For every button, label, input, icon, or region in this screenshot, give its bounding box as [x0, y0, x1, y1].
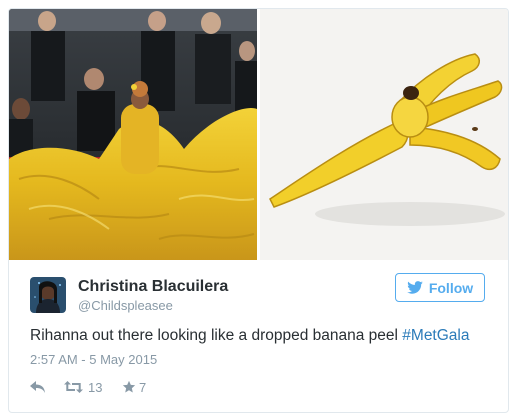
favorite-button[interactable]: 7: [122, 380, 146, 395]
favorite-count: 7: [139, 379, 147, 395]
banana-peel-photo[interactable]: [260, 9, 508, 260]
tweet-timestamp[interactable]: 2:57 AM - 5 May 2015: [30, 352, 157, 367]
follow-button[interactable]: Follow: [395, 273, 485, 302]
retweet-icon: [64, 381, 83, 393]
star-icon: [122, 380, 136, 393]
reply-icon: [30, 381, 45, 393]
user-name[interactable]: Christina Blacuilera: [78, 278, 228, 296]
tweet-card: Christina Blacuilera @Childspleasee Foll…: [8, 8, 509, 413]
tweet-body: Rihanna out there looking like a dropped…: [30, 327, 403, 344]
retweet-button[interactable]: 13: [64, 380, 122, 395]
reply-button[interactable]: [30, 381, 64, 393]
red-carpet-photo[interactable]: [9, 9, 257, 260]
avatar[interactable]: [30, 277, 66, 313]
hashtag-link[interactable]: #MetGala: [402, 327, 469, 344]
tweet-text: Rihanna out there looking like a dropped…: [30, 327, 469, 345]
tweet-media[interactable]: [9, 9, 508, 260]
follow-label: Follow: [428, 279, 474, 296]
user-handle[interactable]: @Childspleasee: [78, 298, 173, 313]
retweet-count: 13: [88, 379, 103, 395]
tweet-actions: 13 7: [30, 377, 146, 397]
twitter-bird-icon: [407, 281, 423, 294]
